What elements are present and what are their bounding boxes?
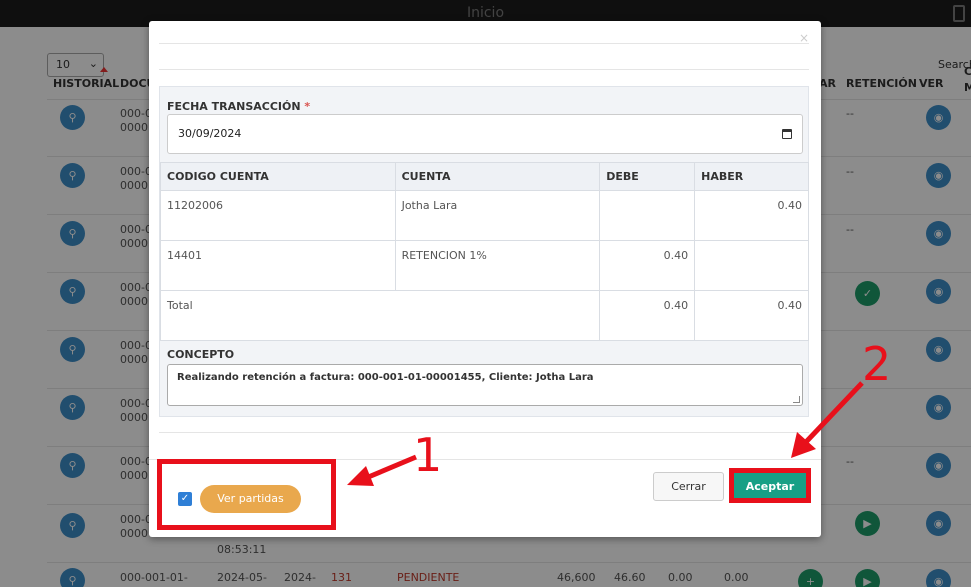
annotation-arrows: [347, 381, 864, 486]
annotation-label-1: 1: [413, 428, 443, 482]
annotation-arrow-2: [804, 381, 864, 444]
annotation-arrow-1: [365, 454, 417, 481]
annotation-arrowhead-1: [347, 466, 374, 486]
annotation-label-2: 2: [862, 337, 892, 391]
